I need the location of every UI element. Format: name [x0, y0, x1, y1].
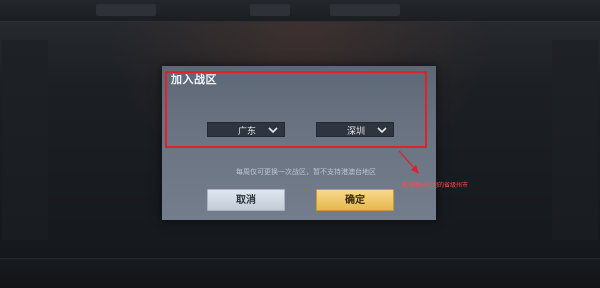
annotation-arrow — [398, 150, 419, 174]
annotation-text: 能准确分区到的省级州市 — [402, 182, 469, 189]
